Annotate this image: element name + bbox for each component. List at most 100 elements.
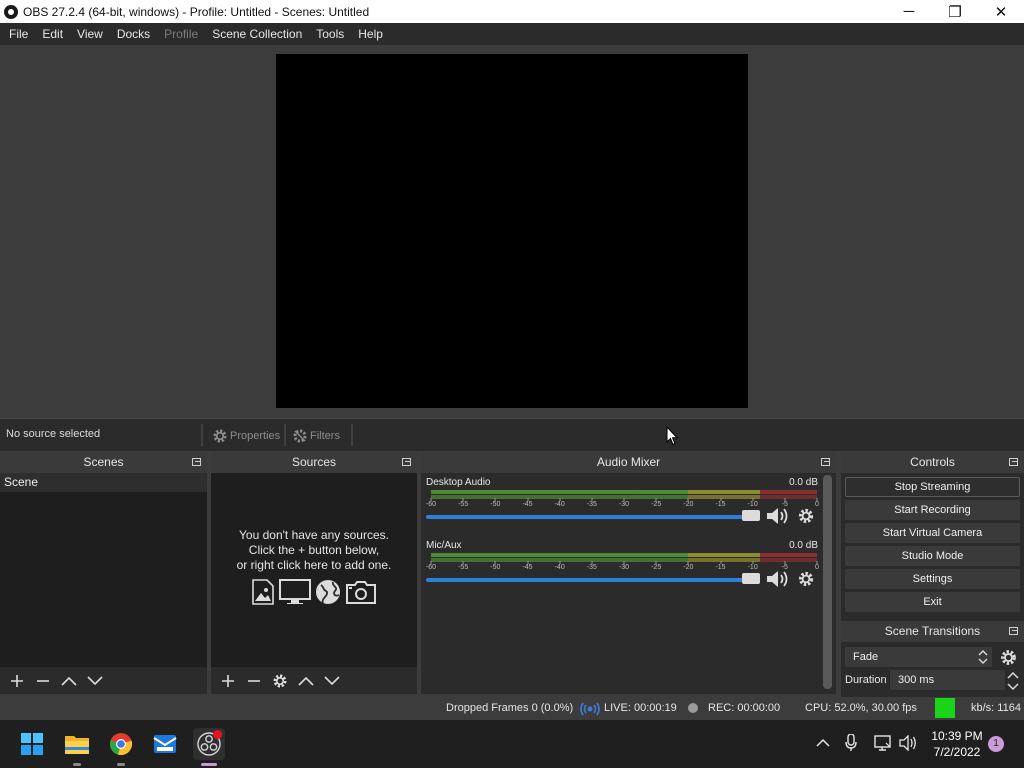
close-button[interactable]: ✕ [978, 0, 1024, 23]
undock-icon[interactable] [192, 458, 201, 466]
scenes-title-label: Scenes [83, 455, 124, 469]
menu-file[interactable]: File [2, 23, 35, 45]
rec-time: REC: 00:00:00 [708, 702, 781, 714]
controls-dock: Controls Stop Streaming Start Recording … [841, 452, 1024, 697]
fader-handle[interactable] [742, 510, 760, 521]
move-scene-down-button[interactable] [82, 670, 108, 692]
remove-scene-button[interactable] [30, 670, 56, 692]
file-explorer-app[interactable] [61, 728, 93, 766]
toolbar-separator [351, 424, 353, 446]
scale-label: -50 [490, 564, 501, 571]
audio-mixer-body: Desktop Audio 0.0 dB -60 -55 -50 -45 -40 -35 -… [421, 473, 836, 694]
filters-label: Filters [310, 430, 340, 442]
speaker-icon[interactable] [766, 507, 790, 525]
stop-streaming-button[interactable]: Stop Streaming [845, 477, 1020, 497]
scene-list-item[interactable]: Scene [0, 473, 207, 492]
volume-icon[interactable] [899, 735, 917, 751]
exit-button[interactable]: Exit [845, 592, 1020, 612]
preview-canvas[interactable] [276, 54, 748, 408]
mail-app[interactable] [149, 728, 181, 760]
notification-badge[interactable]: 1 [988, 736, 1004, 752]
filter-icon [293, 429, 307, 443]
track-db: 0.0 dB [789, 540, 818, 551]
meter-scale: -60 -55 -50 -45 -40 -35 -30 -25 -20 -15 -10 -5 0 [426, 498, 819, 508]
minimize-button[interactable]: ─ [886, 0, 932, 23]
undock-icon[interactable] [821, 458, 830, 466]
controls-title: Controls [841, 452, 1024, 473]
undock-icon[interactable] [402, 458, 411, 466]
studio-mode-button[interactable]: Studio Mode [845, 546, 1020, 566]
start-virtual-camera-button[interactable]: Start Virtual Camera [845, 523, 1020, 543]
properties-button[interactable]: Properties [212, 426, 280, 446]
system-clock[interactable]: 10:39 PM 7/2/2022 [924, 728, 990, 760]
remove-source-button[interactable] [241, 670, 267, 692]
menu-tools[interactable]: Tools [309, 23, 351, 45]
maximize-button[interactable]: ❐ [932, 0, 978, 23]
add-scene-button[interactable] [4, 670, 30, 692]
obs-icon [4, 4, 18, 19]
menu-edit[interactable]: Edit [35, 23, 70, 45]
source-properties-button[interactable] [267, 670, 293, 692]
scale-label: -35 [586, 564, 597, 571]
transition-selected-label: Fade [853, 651, 879, 663]
mouse-cursor-icon [666, 426, 678, 446]
image-icon [252, 579, 274, 605]
scale-label: -60 [425, 564, 437, 571]
volume-fader[interactable] [426, 515, 760, 519]
volume-meter [431, 490, 817, 494]
audio-mixer-title-label: Audio Mixer [596, 455, 661, 469]
cpu-usage: CPU: 52.0%, 30.00 fps [805, 702, 917, 714]
move-source-up-button[interactable] [293, 670, 319, 692]
chevron-up-icon[interactable] [816, 738, 830, 748]
undock-icon[interactable] [1009, 458, 1018, 466]
mixer-scrollbar[interactable] [823, 475, 832, 689]
gear-icon[interactable] [798, 508, 814, 524]
chevron-up-down-icon[interactable] [1006, 671, 1020, 691]
obs-app[interactable] [193, 728, 225, 766]
sources-toolbar [211, 667, 417, 694]
scenes-toolbar [0, 667, 207, 694]
start-button[interactable] [16, 728, 48, 760]
start-recording-button[interactable]: Start Recording [845, 500, 1020, 520]
scale-label: -30 [618, 501, 630, 508]
toolbar-separator [201, 424, 203, 446]
meter-scale: -60 -55 -50 -45 -40 -35 -30 -25 -20 -15 -10 -5 0 [425, 561, 819, 571]
sources-list[interactable]: You don't have any sources. Click the + … [211, 473, 417, 667]
microphone-icon[interactable] [845, 734, 857, 752]
menu-docks[interactable]: Docks [110, 23, 157, 45]
gear-icon[interactable] [798, 571, 814, 587]
filters-button[interactable]: Filters [292, 426, 340, 446]
undock-icon[interactable] [1009, 627, 1018, 635]
display-icon [279, 579, 311, 604]
duration-input[interactable]: 300 ms [890, 670, 1005, 690]
scenes-list[interactable]: Scene [0, 473, 207, 667]
settings-button[interactable]: Settings [845, 569, 1020, 589]
menu-scene-collection[interactable]: Scene Collection [205, 23, 309, 45]
scale-label: -10 [747, 501, 758, 508]
scale-label: -25 [651, 501, 662, 508]
controls-title-label: Controls [910, 455, 955, 469]
fader-handle[interactable] [742, 573, 760, 584]
add-source-button[interactable] [215, 670, 241, 692]
menu-help[interactable]: Help [351, 23, 390, 45]
empty-line: Click the + button below, [248, 543, 380, 557]
chrome-app[interactable] [105, 728, 137, 766]
scale-label: -25 [651, 564, 662, 571]
recording-badge [213, 730, 222, 739]
transition-select[interactable]: Fade [845, 647, 992, 667]
network-icon[interactable] [874, 735, 892, 751]
source-toolbar: No source selected Properties Filters [0, 418, 1024, 451]
window-title: OBS 27.2.4 (64-bit, windows) - Profile: … [23, 4, 370, 19]
menu-view[interactable]: View [70, 23, 110, 45]
volume-meter [431, 553, 817, 557]
scale-label: -40 [554, 564, 565, 571]
scale-label: -30 [618, 564, 630, 571]
volume-fader[interactable] [426, 578, 760, 582]
move-source-down-button[interactable] [319, 670, 345, 692]
start-icon [21, 733, 43, 755]
gear-icon[interactable] [1000, 649, 1017, 666]
speaker-icon[interactable] [766, 570, 790, 588]
move-scene-up-button[interactable] [56, 670, 82, 692]
menu-profile[interactable]: Profile [157, 23, 205, 45]
chrome-icon [109, 733, 133, 756]
